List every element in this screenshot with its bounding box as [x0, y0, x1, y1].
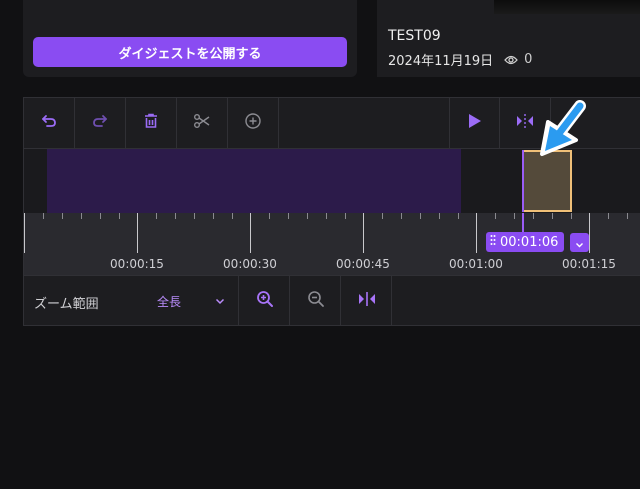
ruler-tick: [589, 213, 590, 253]
fit-icon: [357, 290, 377, 312]
clip-cursor-line: [522, 150, 524, 212]
trash-icon: [142, 112, 160, 134]
ruler-tick: [476, 213, 477, 253]
ruler-tick: [495, 213, 496, 219]
split-icon: [515, 112, 535, 134]
undo-button[interactable]: [24, 98, 75, 148]
playhead-line[interactable]: [522, 213, 524, 233]
eye-icon: [504, 54, 519, 66]
cut-button[interactable]: [177, 98, 228, 148]
ruler-tick: [533, 213, 534, 219]
ruler-tick-label: 00:00:30: [223, 257, 277, 271]
drag-handle-icon: [490, 234, 496, 250]
zoom-out-icon: [307, 290, 325, 312]
ruler-tick: [156, 213, 157, 219]
ruler-tick: [194, 213, 195, 219]
ruler-tick: [250, 213, 251, 253]
zoom-range-value: 全長: [157, 294, 182, 309]
ruler-tick: [420, 213, 421, 219]
ruler-tick-label: 00:00:15: [110, 257, 164, 271]
play-button[interactable]: [449, 98, 500, 148]
ruler-tick: [382, 213, 383, 219]
ruler-tick: [627, 213, 628, 219]
ruler-tick: [269, 213, 270, 219]
ruler-tick-label: 00:01:00: [449, 257, 503, 271]
playhead-time: 00:01:06: [500, 234, 559, 250]
zoom-range-select[interactable]: 全長: [149, 286, 231, 316]
plus-circle-icon: [244, 112, 262, 134]
ruler-tick: [232, 213, 233, 219]
video-date: 2024年11月19日: [388, 54, 494, 69]
redo-button[interactable]: [75, 98, 126, 148]
ruler-tick: [307, 213, 308, 219]
clip-segment[interactable]: [47, 149, 461, 213]
scissors-icon: [193, 112, 211, 134]
ruler-tick: [345, 213, 346, 219]
fit-timeline-button[interactable]: [341, 276, 392, 326]
ruler-tick: [175, 213, 176, 219]
delete-button[interactable]: [126, 98, 177, 148]
ruler-tick: [24, 213, 25, 253]
zoom-out-button[interactable]: [290, 276, 341, 326]
ruler-tick: [137, 213, 138, 253]
ruler-tick-label: 00:00:45: [336, 257, 390, 271]
ruler-tick: [119, 213, 120, 219]
zoom-in-button[interactable]: [239, 276, 290, 326]
ruler-tick: [288, 213, 289, 219]
ruler-tick: [62, 213, 63, 219]
pointer-arrow-icon: [540, 100, 590, 166]
undo-icon: [40, 112, 58, 134]
chevron-down-icon: [575, 233, 584, 252]
ruler-tick: [571, 213, 572, 219]
video-title: TEST09: [388, 28, 441, 44]
chevron-down-icon: [215, 294, 225, 308]
zoom-in-icon: [256, 290, 274, 312]
ruler-tick: [458, 213, 459, 219]
redo-icon: [91, 112, 109, 134]
video-meta: 2024年11月19日 0: [388, 50, 532, 69]
view-count: 0: [524, 52, 533, 67]
ruler-tick: [552, 213, 553, 219]
ruler-tick: [401, 213, 402, 219]
ruler-tick: [43, 213, 44, 219]
add-button[interactable]: [228, 98, 279, 148]
playhead-handle[interactable]: 00:01:06: [486, 232, 565, 252]
play-icon: [467, 112, 483, 134]
ruler-tick: [326, 213, 327, 219]
zoom-range-label: ズーム範囲: [34, 297, 99, 312]
ruler-tick: [81, 213, 82, 219]
playhead-menu-button[interactable]: [570, 233, 589, 252]
ruler-tick: [100, 213, 101, 219]
ruler-tick: [514, 213, 515, 219]
ruler-tick: [213, 213, 214, 219]
video-thumbnail[interactable]: [494, 0, 640, 14]
ruler-tick: [363, 213, 364, 253]
ruler-tick: [439, 213, 440, 219]
divider: [391, 276, 392, 326]
publish-digest-button[interactable]: ダイジェストを公開する: [33, 37, 347, 67]
ruler-tick-label: 00:01:15: [562, 257, 616, 271]
ruler-tick: [608, 213, 609, 219]
